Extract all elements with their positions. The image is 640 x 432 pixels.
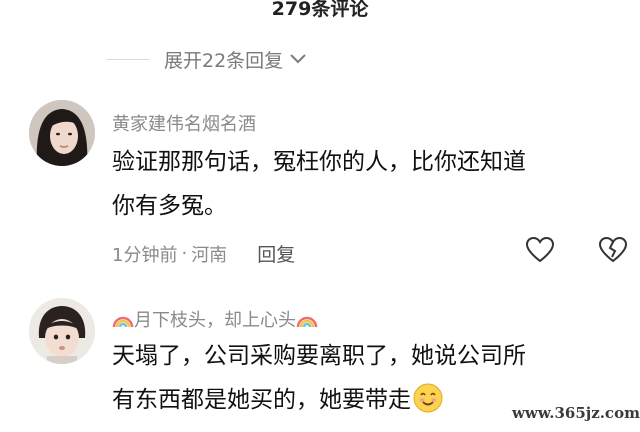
heart-icon	[525, 236, 555, 268]
meta-separator: ·	[181, 243, 188, 264]
comment-time: 1分钟前	[112, 244, 178, 266]
chevron-down-icon	[289, 50, 307, 69]
rainbow-icon	[112, 309, 134, 329]
watermark: www.365jz.com	[512, 404, 640, 422]
dislike-button[interactable]	[598, 236, 628, 264]
comment-text-line: 验证那那句话，冤枉你的人，比你还知道	[112, 149, 526, 175]
comment-meta: 1分钟前 · 河南 回复	[112, 240, 295, 267]
comment-username-row[interactable]: 月下枝头，却上心头	[112, 306, 318, 332]
comment-username[interactable]: 黄家建伟名烟名酒	[112, 110, 256, 136]
divider	[106, 58, 150, 60]
avatar[interactable]	[29, 100, 95, 166]
like-button[interactable]	[525, 236, 555, 264]
expand-replies-label: 展开22条回复	[164, 49, 284, 72]
comment-username: 月下枝头，却上心头	[134, 310, 296, 331]
comment-location: 河南	[191, 244, 228, 266]
blushing-smile-emoji-icon	[413, 383, 443, 413]
broken-heart-icon	[598, 236, 628, 268]
comment-text: 验证那那句话，冤枉你的人，比你还知道 你有多冤。	[112, 140, 622, 228]
comment-text-line: 你有多冤。	[112, 193, 227, 219]
reply-button[interactable]: 回复	[257, 240, 295, 267]
comment-count-title: 279条评论	[271, 0, 369, 20]
comment-text-line: 有东西都是她买的，她要带走	[112, 387, 411, 413]
rainbow-icon	[296, 309, 318, 329]
expand-replies-button[interactable]: 展开22条回复	[106, 44, 307, 74]
avatar[interactable]	[29, 298, 95, 364]
comment-text-line: 天塌了，公司采购要离职了，她说公司所	[112, 343, 526, 369]
